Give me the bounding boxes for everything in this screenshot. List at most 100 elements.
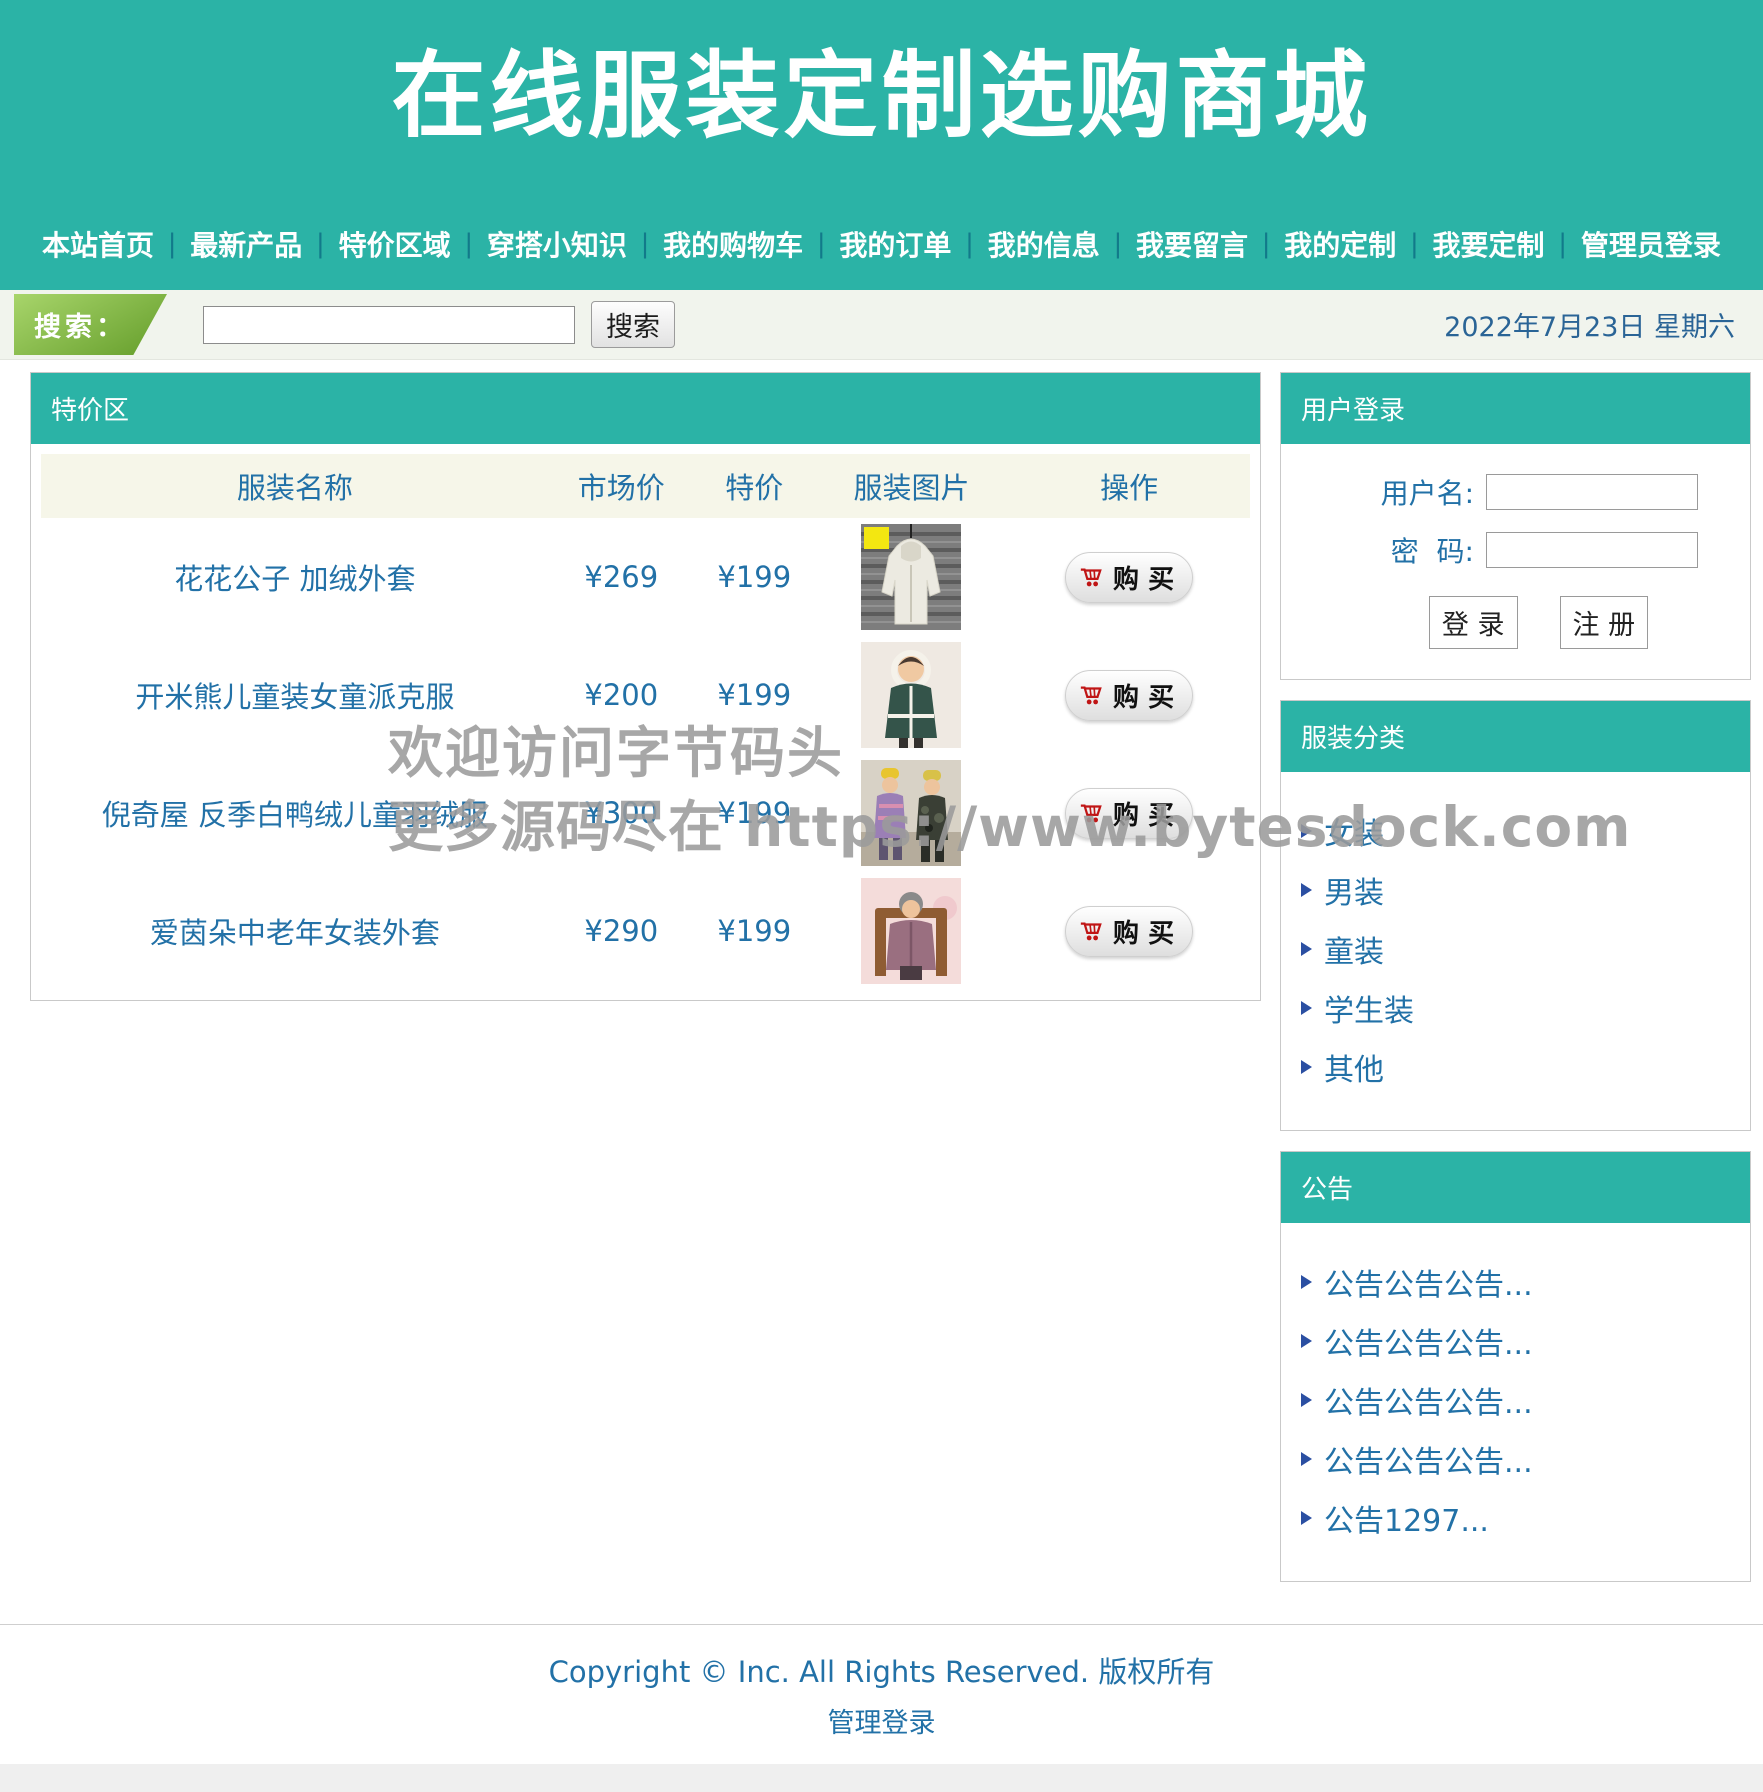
category-panel-title: 服装分类 [1281, 701, 1750, 772]
announcement-item[interactable]: 公告公告公告... [1301, 1437, 1750, 1481]
announcement-item[interactable]: 公告1297... [1301, 1496, 1750, 1540]
copyright-text: Copyright © Inc. All Rights Reserved. 版权… [0, 1649, 1763, 1691]
category-label: 童装 [1324, 927, 1384, 971]
nav-separator: | [1558, 229, 1567, 259]
product-name: 倪奇屋 反季白鸭绒儿童羽绒服 [41, 792, 549, 834]
search-input[interactable] [203, 306, 575, 344]
category-item-men[interactable]: 男装 [1301, 868, 1750, 912]
product-name: 开米熊儿童装女童派克服 [41, 674, 549, 716]
category-label: 女装 [1324, 809, 1384, 853]
nav-separator: | [1113, 229, 1122, 259]
buy-button-label: 购 买 [1113, 795, 1174, 832]
arrow-icon [1301, 1275, 1312, 1289]
announcement-panel-title: 公告 [1281, 1152, 1750, 1223]
announcement-item[interactable]: 公告公告公告... [1301, 1260, 1750, 1304]
announcement-label: 公告1297... [1324, 1496, 1489, 1540]
password-label: 密 码: [1391, 530, 1474, 570]
nav-item-home[interactable]: 本站首页 [42, 224, 154, 264]
arrow-icon [1301, 942, 1312, 956]
cart-icon [1079, 565, 1103, 589]
category-panel: 服装分类 女装 男装 童装 学生装 [1280, 700, 1751, 1131]
login-panel: 用户登录 用户名: 密 码: 登 录 注 册 [1280, 372, 1751, 680]
nav-item-leave-message[interactable]: 我要留言 [1136, 224, 1248, 264]
table-row: 花花公子 加绒外套 ¥269 ¥199 [41, 518, 1250, 636]
action-cell: 购 买 [1008, 552, 1250, 603]
special-zone-title: 特价区 [31, 373, 1260, 444]
announcement-item[interactable]: 公告公告公告... [1301, 1378, 1750, 1422]
buy-button[interactable]: 购 买 [1065, 552, 1193, 603]
password-row: 密 码: [1281, 530, 1698, 570]
action-cell: 购 买 [1008, 670, 1250, 721]
nav-separator: | [817, 229, 826, 259]
col-header-image: 服装图片 [815, 465, 1008, 507]
announcement-label: 公告公告公告... [1324, 1378, 1533, 1422]
table-row: 爱茵朵中老年女装外套 ¥290 ¥199 [41, 872, 1250, 990]
login-buttons: 登 录 注 册 [1281, 596, 1750, 649]
nav-item-orders[interactable]: 我的订单 [839, 224, 951, 264]
buy-button[interactable]: 购 买 [1065, 670, 1193, 721]
main-nav: 本站首页 | 最新产品 | 特价区域 | 穿搭小知识 | 我的购物车 | 我的订… [0, 224, 1763, 290]
announcement-item[interactable]: 公告公告公告... [1301, 1319, 1750, 1363]
product-image-cell [815, 760, 1008, 866]
admin-login-link[interactable]: 管理登录 [828, 1701, 936, 1740]
col-header-action: 操作 [1008, 465, 1250, 507]
buy-button-label: 购 买 [1113, 677, 1174, 714]
category-item-student[interactable]: 学生装 [1301, 986, 1750, 1030]
main-content: 特价区 服装名称 市场价 特价 服装图片 操作 花花公子 加绒外套 ¥269 ¥… [0, 360, 1763, 1582]
cart-icon [1079, 801, 1103, 825]
special-zone-panel: 特价区 服装名称 市场价 特价 服装图片 操作 花花公子 加绒外套 ¥269 ¥… [30, 372, 1261, 1001]
nav-item-admin-login[interactable]: 管理员登录 [1581, 224, 1721, 264]
username-row: 用户名: [1281, 472, 1698, 512]
special-price: ¥199 [694, 678, 815, 712]
action-cell: 购 买 [1008, 788, 1250, 839]
arrow-icon [1301, 824, 1312, 838]
nav-item-customize[interactable]: 我要定制 [1433, 224, 1545, 264]
special-zone-table: 服装名称 市场价 特价 服装图片 操作 花花公子 加绒外套 ¥269 ¥199 [41, 454, 1250, 990]
nav-separator: | [168, 229, 177, 259]
announcement-list: 公告公告公告... 公告公告公告... 公告公告公告... 公告公告公告... … [1281, 1223, 1750, 1581]
buy-button[interactable]: 购 买 [1065, 788, 1193, 839]
register-button[interactable]: 注 册 [1560, 596, 1649, 649]
site-title: 在线服装定制选购商城 [0, 20, 1763, 156]
arrow-icon [1301, 1511, 1312, 1525]
market-price: ¥200 [549, 678, 694, 712]
search-button[interactable]: 搜索 [591, 301, 675, 348]
col-header-market-price: 市场价 [549, 465, 694, 507]
search-bar: 搜索： 搜索 2022年7月23日 星期六 [0, 290, 1763, 360]
category-list: 女装 男装 童装 学生装 其他 [1281, 772, 1750, 1130]
col-header-name: 服装名称 [41, 465, 549, 507]
special-price: ¥199 [694, 914, 815, 948]
action-cell: 购 买 [1008, 906, 1250, 957]
arrow-icon [1301, 1334, 1312, 1348]
product-image-cell [815, 642, 1008, 748]
nav-separator: | [316, 229, 325, 259]
arrow-icon [1301, 1452, 1312, 1466]
site-header: 在线服装定制选购商城 本站首页 | 最新产品 | 特价区域 | 穿搭小知识 | … [0, 0, 1763, 290]
username-field[interactable] [1486, 474, 1698, 510]
password-field[interactable] [1486, 532, 1698, 568]
login-button[interactable]: 登 录 [1429, 596, 1518, 649]
nav-item-my-custom[interactable]: 我的定制 [1284, 224, 1396, 264]
product-image [861, 642, 961, 748]
buy-button[interactable]: 购 买 [1065, 906, 1193, 957]
category-item-women[interactable]: 女装 [1301, 809, 1750, 853]
nav-item-specials[interactable]: 特价区域 [339, 224, 451, 264]
nav-item-my-info[interactable]: 我的信息 [988, 224, 1100, 264]
nav-item-outfit-tips[interactable]: 穿搭小知识 [487, 224, 627, 264]
category-label: 其他 [1324, 1045, 1384, 1089]
nav-item-cart[interactable]: 我的购物车 [663, 224, 803, 264]
product-image [861, 524, 961, 630]
table-row: 倪奇屋 反季白鸭绒儿童羽绒服 ¥300 ¥199 [41, 754, 1250, 872]
category-item-other[interactable]: 其他 [1301, 1045, 1750, 1089]
site-footer: Copyright © Inc. All Rights Reserved. 版权… [0, 1624, 1763, 1792]
category-item-children[interactable]: 童装 [1301, 927, 1750, 971]
search-label: 搜索： [14, 294, 167, 355]
table-header-row: 服装名称 市场价 特价 服装图片 操作 [41, 454, 1250, 518]
announcement-panel: 公告 公告公告公告... 公告公告公告... 公告公告公告... 公告公告公告.… [1280, 1151, 1751, 1582]
special-price: ¥199 [694, 560, 815, 594]
nav-separator: | [965, 229, 974, 259]
username-label: 用户名: [1381, 472, 1474, 512]
arrow-icon [1301, 883, 1312, 897]
date-text: 2022年7月23日 星期六 [1444, 305, 1735, 344]
nav-item-new-products[interactable]: 最新产品 [190, 224, 302, 264]
